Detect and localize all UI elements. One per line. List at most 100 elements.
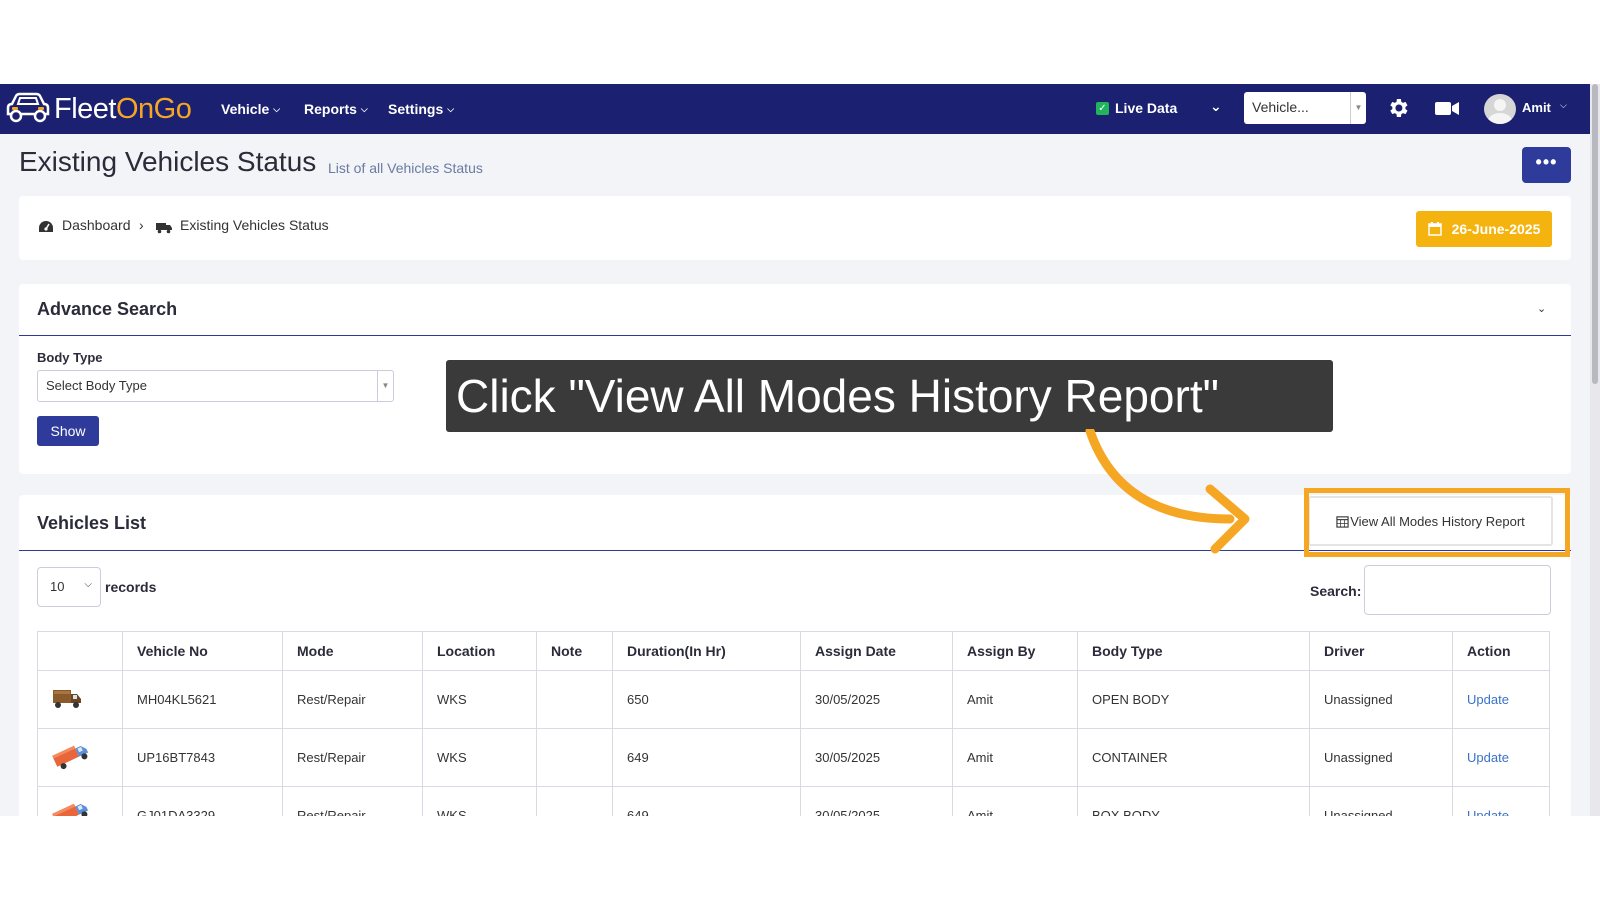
breadcrumb-current: Existing Vehicles Status bbox=[180, 217, 329, 233]
cell-assign-by: Amit bbox=[952, 786, 1078, 816]
cell-vehicle-no: UP16BT7843 bbox=[122, 728, 283, 787]
search-input[interactable] bbox=[1364, 565, 1551, 615]
advance-search-title: Advance Search bbox=[37, 299, 178, 319]
update-link[interactable]: Update bbox=[1452, 670, 1550, 729]
search-label: Search: bbox=[1310, 583, 1362, 599]
breadcrumb: Dashboard › Existing Vehicles Status 26-… bbox=[19, 196, 1571, 260]
body-type-select[interactable]: Select Body Type ▼ bbox=[37, 370, 394, 402]
app-viewport: FleetOnGo Vehicle ⌵ Reports ⌵ Settings ⌵ ✓ … bbox=[0, 84, 1590, 816]
tutorial-callout: Click "View All Modes History Report" bbox=[446, 360, 1333, 432]
video-camera-icon[interactable] bbox=[1434, 97, 1460, 119]
calendar-icon bbox=[1427, 222, 1442, 236]
cell-location: WKS bbox=[422, 786, 537, 816]
live-data-toggle[interactable]: ✓ Live Data bbox=[1096, 100, 1177, 116]
update-link[interactable]: Update bbox=[1452, 728, 1550, 787]
vehicles-list-title: Vehicles List bbox=[37, 513, 147, 533]
tutorial-arrow-icon bbox=[1085, 429, 1250, 554]
cell-note bbox=[536, 728, 613, 787]
table-header-row: Vehicle No Mode Location Note Duration(I… bbox=[37, 631, 1550, 671]
nav-menu-reports[interactable]: Reports ⌵ bbox=[304, 84, 368, 134]
cell-assign-date: 30/05/2025 bbox=[800, 786, 953, 816]
cell-body-type: BOX BODY bbox=[1077, 786, 1310, 816]
advance-search-header[interactable]: Advance Search ⌄ bbox=[19, 284, 1571, 336]
cell-assign-by: Amit bbox=[952, 728, 1078, 787]
column-header-mode[interactable]: Mode bbox=[282, 631, 423, 671]
column-header-vehicle-no[interactable]: Vehicle No bbox=[122, 631, 283, 671]
records-value: 10 bbox=[50, 579, 65, 594]
cell-note bbox=[536, 670, 613, 729]
nav-menu-vehicle[interactable]: Vehicle ⌵ bbox=[221, 84, 280, 134]
car-logo-icon bbox=[6, 92, 50, 123]
container-truck-icon bbox=[52, 745, 89, 770]
column-header-assign-by[interactable]: Assign By bbox=[952, 631, 1078, 671]
column-header-note[interactable]: Note bbox=[536, 631, 613, 671]
cell-assign-date: 30/05/2025 bbox=[800, 670, 953, 729]
cell-driver: Unassigned bbox=[1309, 786, 1453, 816]
column-header-assign-date[interactable]: Assign Date bbox=[800, 631, 953, 671]
cell-driver: Unassigned bbox=[1309, 728, 1453, 787]
nav-menu-settings[interactable]: Settings ⌵ bbox=[388, 84, 454, 134]
cell-driver: Unassigned bbox=[1309, 670, 1453, 729]
cell-body-type: OPEN BODY bbox=[1077, 670, 1310, 729]
brown-truck-icon bbox=[53, 690, 81, 708]
breadcrumb-dashboard-link[interactable]: Dashboard bbox=[62, 217, 131, 233]
cell-assign-by: Amit bbox=[952, 670, 1078, 729]
container-truck-icon bbox=[52, 803, 89, 816]
vehicle-icon-cell bbox=[37, 728, 123, 787]
records-per-page-select[interactable]: 10 ⌵ bbox=[37, 567, 101, 607]
cell-mode: Rest/Repair bbox=[282, 728, 423, 787]
body-type-label: Body Type bbox=[37, 350, 103, 365]
user-name[interactable]: Amit bbox=[1522, 100, 1551, 115]
dropdown-arrow-icon: ▼ bbox=[377, 371, 393, 401]
cell-assign-date: 30/05/2025 bbox=[800, 728, 953, 787]
chevron-down-icon: ⌵ bbox=[360, 103, 368, 114]
vehicles-table: Vehicle No Mode Location Note Duration(I… bbox=[37, 631, 1550, 816]
cell-note bbox=[536, 786, 613, 816]
cell-duration: 649 bbox=[612, 786, 801, 816]
vehicle-icon-cell bbox=[37, 786, 123, 816]
dashboard-gauge-icon bbox=[39, 221, 53, 232]
cell-mode: Rest/Repair bbox=[282, 786, 423, 816]
chevron-down-icon[interactable]: ⌄ bbox=[1537, 302, 1546, 315]
breadcrumb-separator: › bbox=[139, 217, 144, 233]
vehicle-icon-cell bbox=[37, 670, 123, 729]
truck-icon bbox=[156, 223, 172, 234]
more-options-button[interactable]: ••• bbox=[1522, 147, 1571, 183]
table-row: MH04KL5621 Rest/Repair WKS 650 30/05/202… bbox=[37, 670, 1550, 729]
gear-icon[interactable] bbox=[1386, 96, 1410, 120]
body-type-placeholder: Select Body Type bbox=[46, 378, 147, 393]
chevron-down-icon[interactable]: ⌄ bbox=[1210, 98, 1222, 115]
chevron-down-icon: ⌵ bbox=[447, 103, 455, 114]
vehicle-select-value: Vehicle... bbox=[1252, 99, 1309, 115]
show-button[interactable]: Show bbox=[37, 416, 99, 446]
cell-vehicle-no: GJ01DA3329 bbox=[122, 786, 283, 816]
table-row: GJ01DA3329 Rest/Repair WKS 649 30/05/202… bbox=[37, 786, 1550, 816]
cell-location: WKS bbox=[422, 670, 537, 729]
chevron-down-icon: ⌵ bbox=[84, 579, 92, 590]
live-data-label: Live Data bbox=[1115, 100, 1178, 116]
update-link[interactable]: Update bbox=[1452, 786, 1550, 816]
records-label: records bbox=[105, 579, 157, 595]
page-subtitle: List of all Vehicles Status bbox=[328, 160, 483, 176]
page-title: Existing Vehicles Status bbox=[19, 146, 317, 177]
cell-vehicle-no: MH04KL5621 bbox=[122, 670, 283, 729]
app-logo[interactable]: FleetOnGo bbox=[4, 90, 192, 128]
column-header-body-type[interactable]: Body Type bbox=[1077, 631, 1310, 671]
date-button[interactable]: 26-June-2025 bbox=[1416, 211, 1552, 247]
chevron-down-icon[interactable]: ⌵ bbox=[1560, 100, 1567, 111]
scrollbar-thumb[interactable] bbox=[1592, 84, 1598, 384]
cell-duration: 649 bbox=[612, 728, 801, 787]
vehicle-select[interactable]: Vehicle... ▼ bbox=[1244, 92, 1366, 124]
cell-body-type: CONTAINER bbox=[1077, 728, 1310, 787]
column-header-location[interactable]: Location bbox=[422, 631, 537, 671]
column-header-action[interactable]: Action bbox=[1452, 631, 1550, 671]
vertical-scrollbar[interactable] bbox=[1590, 84, 1600, 816]
avatar[interactable] bbox=[1484, 94, 1516, 124]
top-navbar: FleetOnGo Vehicle ⌵ Reports ⌵ Settings ⌵ ✓ … bbox=[0, 84, 1590, 134]
dropdown-arrow-icon: ▼ bbox=[1350, 92, 1366, 124]
column-header-icon[interactable] bbox=[37, 631, 123, 671]
cell-duration: 650 bbox=[612, 670, 801, 729]
column-header-driver[interactable]: Driver bbox=[1309, 631, 1453, 671]
column-header-duration[interactable]: Duration(In Hr) bbox=[612, 631, 801, 671]
checkbox-checked-icon[interactable]: ✓ bbox=[1096, 101, 1109, 115]
